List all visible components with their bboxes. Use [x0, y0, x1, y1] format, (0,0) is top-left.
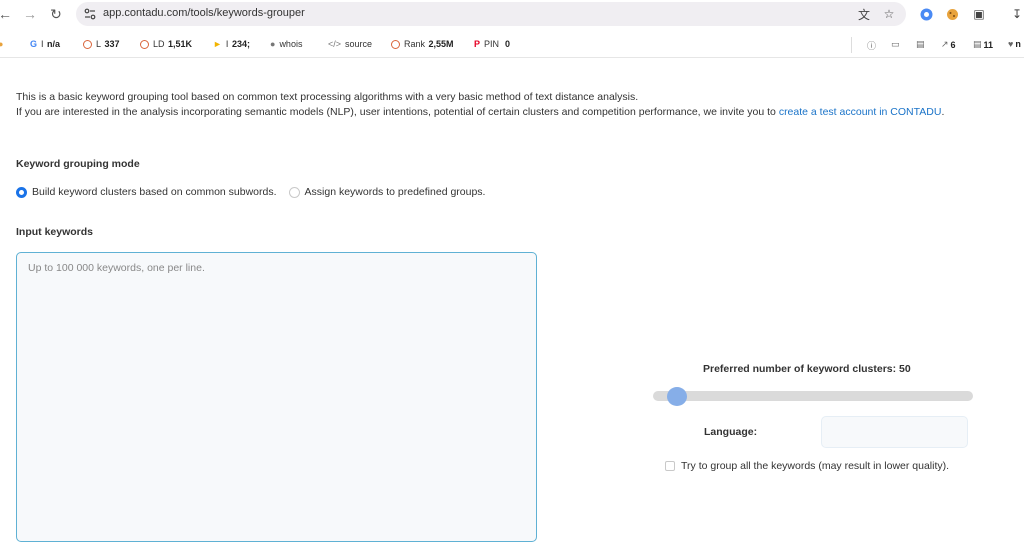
translate-icon[interactable]: 文: [856, 6, 872, 22]
person-icon: ●: [270, 39, 276, 49]
extra-count[interactable]: ♥ n: [1008, 39, 1021, 49]
site-settings-icon[interactable]: [84, 8, 96, 20]
try-all-row: Try to group all the keywords (may resul…: [665, 460, 949, 472]
input-keywords-title: Input keywords: [16, 226, 94, 238]
links-icon: [83, 39, 92, 49]
back-icon[interactable]: ←: [0, 5, 14, 23]
seo-rank[interactable]: Rank 2,55M: [391, 39, 454, 49]
clusters-label: Preferred number of keyword clusters: 50: [703, 363, 911, 375]
pinterest-icon: P: [474, 39, 481, 49]
intro-line-2: If you are interested in the analysis in…: [16, 106, 945, 118]
external-links-count[interactable]: ↗ 6: [941, 39, 956, 50]
intro-text: This is a basic keyword grouping tool ba…: [16, 90, 944, 120]
create-test-account-link[interactable]: create a test account in CONTADU: [779, 106, 942, 118]
radio-common-subwords-label[interactable]: Build keyword clusters based on common s…: [32, 186, 277, 198]
try-all-label[interactable]: Try to group all the keywords (may resul…: [681, 460, 949, 472]
code-icon: </>: [328, 39, 342, 49]
extension-blue-icon[interactable]: [917, 5, 935, 23]
seo-whois[interactable]: ● whois: [270, 39, 302, 49]
bookmark-star-icon[interactable]: ☆: [881, 6, 897, 22]
shield-icon: ♥: [1008, 39, 1014, 49]
intro-line-1: This is a basic keyword grouping tool ba…: [16, 91, 639, 103]
seo-source[interactable]: </> source: [328, 39, 372, 49]
seo-links[interactable]: L 337: [83, 39, 120, 49]
bing-icon: ►: [213, 39, 222, 49]
seo-linking-domains[interactable]: LD 1,51K: [140, 39, 192, 49]
monitor-icon[interactable]: ▭: [891, 39, 900, 50]
try-all-checkbox[interactable]: [665, 461, 675, 471]
address-bar[interactable]: app.contadu.com/tools/keywords-grouper 文…: [76, 2, 906, 26]
seo-toolbar: ● G I n/a L 337 LD 1,51K ► I 234; ● whoi…: [0, 31, 1024, 58]
url-text: app.contadu.com/tools/keywords-grouper: [103, 7, 305, 19]
browser-toolbar: ← → ↻ app.contadu.com/tools/keywords-gro…: [0, 0, 1024, 29]
reload-icon[interactable]: ↻: [47, 5, 65, 23]
seo-pin[interactable]: P PIN 0: [474, 39, 510, 49]
internal-link-icon: ▤: [973, 39, 982, 49]
radio-common-subwords[interactable]: [16, 186, 27, 198]
linking-domains-icon: [140, 39, 149, 49]
extension-cookie-icon[interactable]: [943, 5, 961, 23]
clusters-slider-thumb[interactable]: [667, 387, 687, 406]
seo-bing-index[interactable]: ► I 234;: [213, 39, 250, 49]
info-icon[interactable]: ⓘ: [867, 39, 876, 52]
language-label: Language:: [704, 426, 758, 438]
language-select[interactable]: [821, 416, 968, 448]
clusters-slider-track[interactable]: [653, 391, 973, 401]
rank-icon: [391, 39, 400, 49]
radio-predefined-groups-label[interactable]: Assign keywords to predefined groups.: [305, 186, 486, 198]
seo-google-index[interactable]: G I n/a: [30, 39, 60, 49]
forward-icon[interactable]: →: [21, 5, 39, 23]
radio-predefined-groups[interactable]: [288, 186, 300, 198]
toolbar-divider: [851, 37, 852, 53]
download-icon[interactable]: ↧: [1008, 5, 1024, 23]
internal-links-count[interactable]: ▤ 11: [973, 39, 993, 50]
external-link-icon: ↗: [941, 39, 949, 49]
google-icon: G: [30, 39, 38, 49]
page-icon[interactable]: ▤: [916, 39, 925, 50]
grouping-mode-title: Keyword grouping mode: [16, 158, 140, 170]
seo-logo-icon: ●: [0, 39, 4, 49]
grouping-mode-options: Build keyword clusters based on common s…: [16, 186, 485, 198]
keywords-textarea[interactable]: [16, 252, 537, 542]
extensions-puzzle-icon[interactable]: ▣: [970, 5, 988, 23]
